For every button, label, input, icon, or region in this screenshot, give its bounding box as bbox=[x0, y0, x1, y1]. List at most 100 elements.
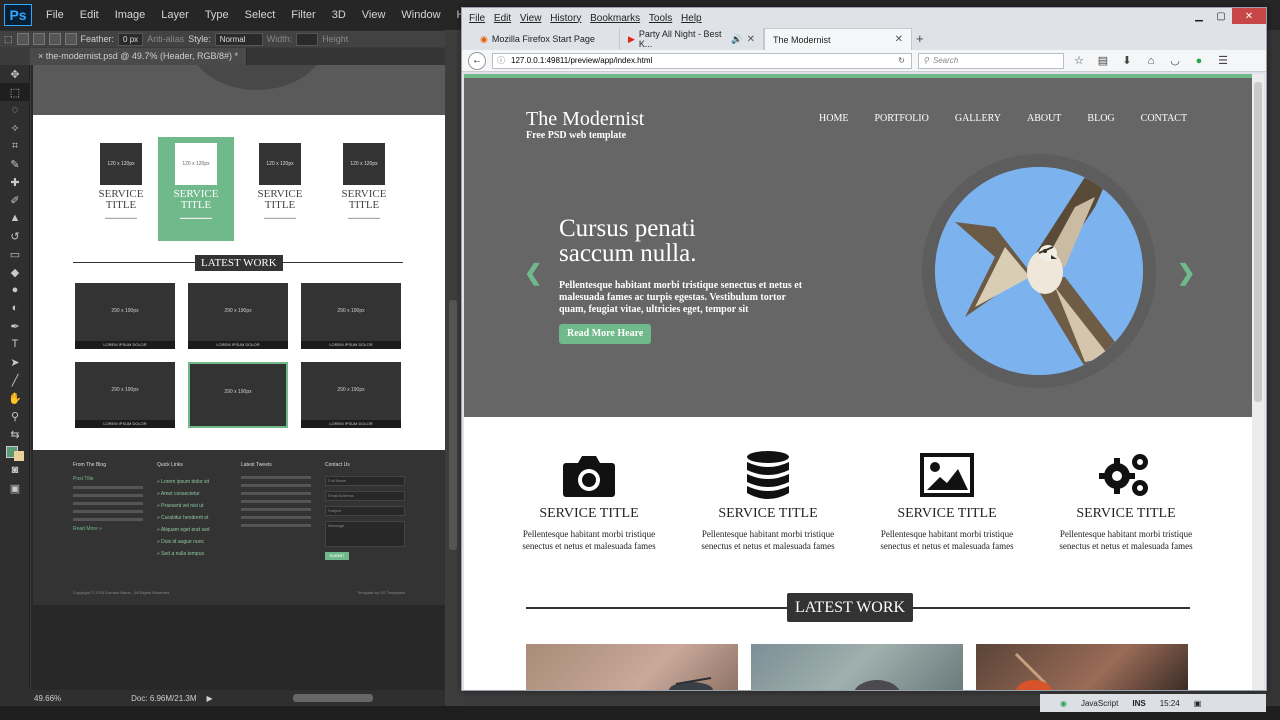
marquee-tool-icon[interactable]: ⬚ bbox=[4, 34, 13, 45]
type-tool-icon[interactable]: T bbox=[0, 335, 30, 353]
panel-icon[interactable]: ▣ bbox=[1194, 699, 1202, 708]
maximize-icon[interactable]: ▢ bbox=[1210, 8, 1232, 24]
tab-close-icon[interactable]: ✕ bbox=[895, 34, 903, 45]
info-icon[interactable]: ⓘ bbox=[497, 55, 505, 66]
tab-the-modernist[interactable]: The Modernist ✕ bbox=[764, 28, 912, 50]
zoom-level[interactable]: 49.66% bbox=[34, 694, 61, 703]
nav-portfolio[interactable]: PORTFOLIO bbox=[874, 113, 928, 124]
ps-menu-3d[interactable]: 3D bbox=[324, 9, 354, 21]
work-photo-3[interactable] bbox=[976, 644, 1188, 690]
ff-menu-bookmarks[interactable]: Bookmarks bbox=[587, 13, 643, 24]
healing-brush-icon[interactable]: ✚ bbox=[0, 173, 30, 191]
brush-tool-icon[interactable]: ✐ bbox=[0, 191, 30, 209]
status-arrow-icon[interactable]: ▶ bbox=[207, 694, 213, 703]
psd-hero bbox=[33, 65, 445, 115]
work-photo-2[interactable] bbox=[751, 644, 963, 690]
ps-menu-window[interactable]: Window bbox=[393, 9, 448, 21]
new-selection-button[interactable] bbox=[16, 33, 29, 45]
path-select-icon[interactable]: ➤ bbox=[0, 353, 30, 371]
style-select[interactable]: Normal bbox=[214, 32, 263, 46]
search-field[interactable]: ⚲ Search bbox=[918, 52, 1064, 69]
slider-next-icon[interactable]: ❯ bbox=[1177, 260, 1195, 286]
ff-menu-help[interactable]: Help bbox=[678, 13, 705, 24]
ps-canvas-area[interactable]: 120 x 120px SERVICE TITLE ▬▬▬▬▬▬▬▬ 120 x… bbox=[31, 65, 446, 690]
lasso-tool-icon[interactable]: ◌ bbox=[0, 101, 30, 119]
back-icon[interactable]: ← bbox=[468, 51, 486, 70]
stamp-tool-icon[interactable]: ▲ bbox=[0, 209, 30, 227]
tab-close-icon[interactable]: ✕ bbox=[747, 34, 755, 45]
swap-colors-icon[interactable]: ⇆ bbox=[0, 425, 30, 443]
ps-document-tab[interactable]: × the-modernist.psd @ 49.7% (Header, RGB… bbox=[30, 48, 247, 65]
ps-menu-filter[interactable]: Filter bbox=[283, 9, 323, 21]
ps-menu-edit[interactable]: Edit bbox=[72, 9, 107, 21]
nav-blog[interactable]: BLOG bbox=[1087, 113, 1114, 124]
intersect-selection-button[interactable] bbox=[64, 33, 77, 45]
blur-tool-icon[interactable]: ● bbox=[0, 281, 30, 299]
hamburger-menu-icon[interactable]: ☰ bbox=[1214, 54, 1232, 67]
nav-contact[interactable]: CONTACT bbox=[1141, 113, 1187, 124]
audio-playing-icon[interactable]: 🔊 bbox=[731, 34, 742, 45]
ps-menu-layer[interactable]: Layer bbox=[153, 9, 197, 21]
ff-menu-file[interactable]: File bbox=[466, 13, 488, 24]
ps-menu-file[interactable]: File bbox=[38, 9, 72, 21]
paint-bucket-icon[interactable]: ◆ bbox=[0, 263, 30, 281]
close-icon[interactable]: ✕ bbox=[1232, 8, 1266, 24]
nav-home[interactable]: HOME bbox=[819, 113, 848, 124]
nav-about[interactable]: ABOUT bbox=[1027, 113, 1061, 124]
ps-menu-select[interactable]: Select bbox=[237, 9, 284, 21]
history-brush-icon[interactable]: ↺ bbox=[0, 227, 30, 245]
new-tab-icon[interactable]: + bbox=[916, 31, 924, 46]
nav-gallery[interactable]: GALLERY bbox=[955, 113, 1001, 124]
feather-input[interactable]: 0 px bbox=[118, 32, 144, 46]
ff-menu-tools[interactable]: Tools bbox=[646, 13, 675, 24]
screen-mode-icon[interactable]: ▣ bbox=[0, 479, 30, 497]
psd-link: » Lorem ipsum dolor sit bbox=[157, 479, 209, 485]
ps-vertical-scrollbar[interactable] bbox=[449, 300, 457, 550]
color-swatches[interactable] bbox=[0, 443, 30, 461]
pen-tool-icon[interactable]: ✒ bbox=[0, 317, 30, 335]
psd-text-line bbox=[241, 524, 311, 527]
extension-icon[interactable]: ● bbox=[1190, 55, 1208, 67]
ff-menu-history[interactable]: History bbox=[547, 13, 584, 24]
page-scrollbar[interactable] bbox=[1252, 74, 1264, 690]
ps-menu-view[interactable]: View bbox=[354, 9, 394, 21]
add-selection-button[interactable] bbox=[32, 33, 45, 45]
psd-footer: From The Blog Post Title Read More » Qui… bbox=[33, 450, 445, 605]
move-tool-icon[interactable]: ✥ bbox=[0, 65, 30, 83]
magic-wand-icon[interactable]: ✧ bbox=[0, 119, 30, 137]
marquee-tool-icon[interactable]: ⬚ bbox=[0, 83, 30, 101]
language-select[interactable]: JavaScript bbox=[1081, 699, 1118, 708]
ps-menu-image[interactable]: Image bbox=[107, 9, 154, 21]
crop-tool-icon[interactable]: ⌗ bbox=[0, 137, 30, 155]
home-icon[interactable]: ⌂ bbox=[1142, 55, 1160, 67]
reading-list-icon[interactable]: ▤ bbox=[1094, 54, 1112, 67]
download-icon[interactable]: ⬇ bbox=[1118, 54, 1136, 67]
reload-icon[interactable]: ↻ bbox=[898, 56, 905, 65]
psd-link: » Aliquam eget erat sed bbox=[157, 527, 210, 533]
read-more-button[interactable]: Read More Heare bbox=[559, 324, 652, 344]
zoom-tool-icon[interactable]: ⚲ bbox=[0, 407, 30, 425]
ps-menu-type[interactable]: Type bbox=[197, 9, 237, 21]
work-photo-1[interactable] bbox=[526, 644, 738, 690]
eyedropper-icon[interactable]: ✎ bbox=[0, 155, 30, 173]
hand-tool-icon[interactable]: ✋ bbox=[0, 389, 30, 407]
site-logo[interactable]: The Modernist bbox=[526, 108, 644, 131]
slider-prev-icon[interactable]: ❮ bbox=[524, 260, 542, 286]
antialias-checkbox[interactable]: Anti-alias bbox=[147, 34, 184, 44]
bookmark-star-icon[interactable]: ☆ bbox=[1070, 54, 1088, 67]
ff-menu-edit[interactable]: Edit bbox=[491, 13, 514, 24]
eraser-tool-icon[interactable]: ▭ bbox=[0, 245, 30, 263]
pocket-icon[interactable]: ◡ bbox=[1166, 54, 1184, 67]
ff-menu-view[interactable]: View bbox=[517, 13, 545, 24]
horizontal-scrollbar[interactable] bbox=[292, 694, 373, 702]
line-tool-icon[interactable]: ╱ bbox=[0, 371, 30, 389]
dodge-tool-icon[interactable]: ◐ bbox=[0, 299, 30, 317]
subtract-selection-button[interactable] bbox=[48, 33, 61, 45]
tab-start-page[interactable]: ◉ Mozilla Firefox Start Page bbox=[472, 28, 620, 50]
quick-mask-icon[interactable]: ◙ bbox=[0, 461, 30, 479]
page-scrollbar-thumb[interactable] bbox=[1254, 82, 1262, 402]
minimize-icon[interactable]: ▁ bbox=[1188, 8, 1210, 24]
width-input[interactable] bbox=[296, 32, 319, 46]
url-bar[interactable]: ⓘ 127.0.0.1:49811/preview/app/index.html… bbox=[492, 52, 912, 69]
tab-youtube[interactable]: ▶ Party All Night - Best K... 🔊 ✕ bbox=[620, 28, 764, 50]
